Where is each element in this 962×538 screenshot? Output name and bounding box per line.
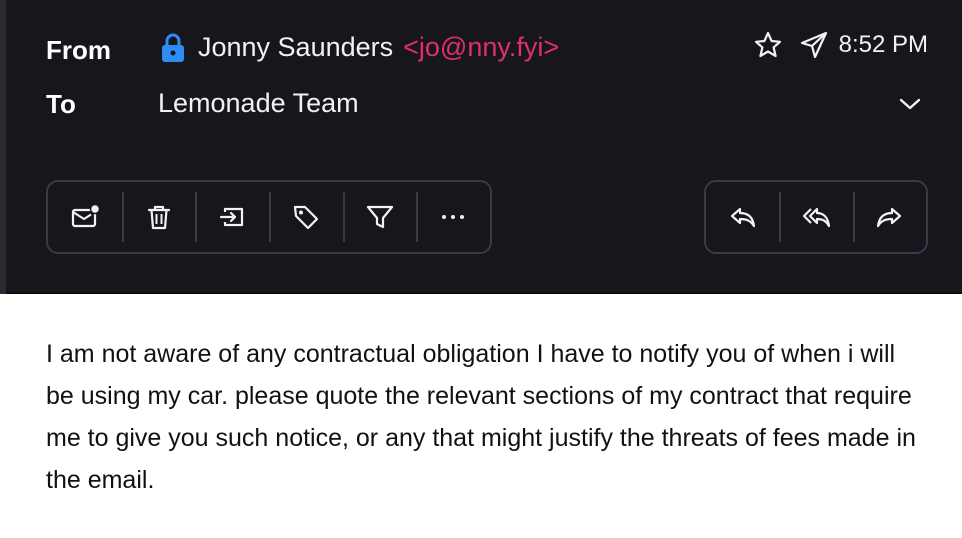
from-label: From bbox=[46, 35, 111, 65]
filter-icon bbox=[366, 205, 393, 229]
message-meta: 8:52 PM bbox=[753, 30, 928, 60]
reply-all-icon bbox=[802, 207, 831, 228]
mark-unread-button[interactable] bbox=[48, 182, 122, 252]
chevron-down-icon[interactable] bbox=[897, 93, 923, 115]
tag-button[interactable] bbox=[269, 182, 343, 252]
reply-toolbar bbox=[704, 180, 928, 254]
to-label: To bbox=[46, 89, 76, 119]
more-icon bbox=[442, 215, 465, 219]
window-edge bbox=[0, 0, 6, 294]
sender-email[interactable]: <jo@nny.fyi> bbox=[403, 32, 559, 63]
forward-button[interactable] bbox=[852, 182, 926, 252]
forward-icon bbox=[877, 207, 902, 228]
message-time: 8:52 PM bbox=[838, 31, 928, 58]
sender[interactable]: Jonny Saunders <jo@nny.fyi> bbox=[160, 32, 559, 63]
sender-name: Jonny Saunders bbox=[198, 32, 394, 62]
envelope-dot-icon bbox=[71, 203, 100, 228]
message-header: From Jonny Saunders <jo@nny.fyi> To Lemo… bbox=[0, 0, 962, 294]
lock-icon bbox=[160, 33, 186, 63]
delete-button[interactable] bbox=[121, 182, 196, 252]
move-to-folder-icon bbox=[220, 207, 244, 227]
recipient[interactable]: Lemonade Team bbox=[158, 88, 359, 119]
message-body: I am not aware of any contractual obliga… bbox=[46, 340, 916, 494]
trash-icon bbox=[147, 205, 170, 230]
star-icon[interactable] bbox=[753, 30, 783, 60]
message-actions-toolbar bbox=[46, 180, 492, 254]
tag-icon bbox=[293, 205, 318, 230]
send-icon bbox=[799, 30, 829, 60]
filter-button[interactable] bbox=[342, 182, 417, 252]
reply-all-button[interactable] bbox=[779, 182, 852, 252]
reply-button[interactable] bbox=[706, 182, 779, 252]
more-actions-button[interactable] bbox=[416, 182, 490, 252]
move-button[interactable] bbox=[195, 182, 269, 252]
reply-icon bbox=[730, 207, 755, 228]
